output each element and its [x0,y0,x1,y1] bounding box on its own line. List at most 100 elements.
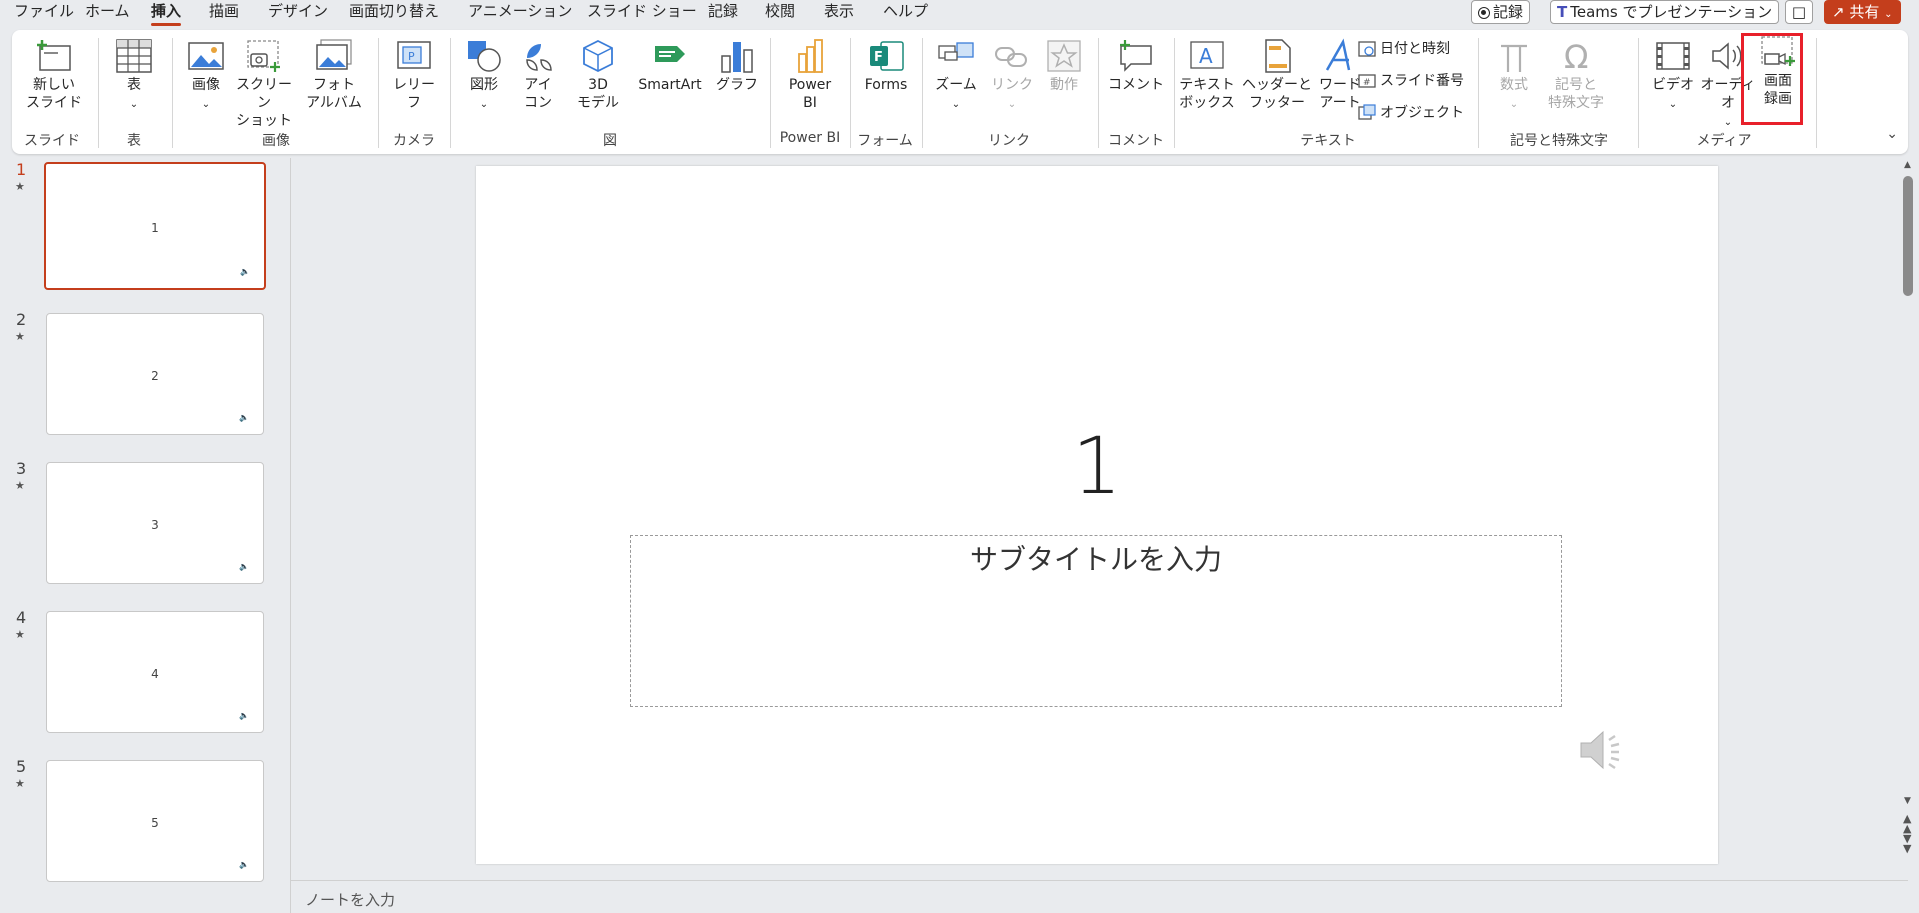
chevron-down-icon: ⌄ [129,99,139,110]
cameo-button[interactable]: P レリー フ [390,38,438,112]
comment-icon [1120,40,1152,72]
textbox-button[interactable]: A テキスト ボックス [1172,38,1242,112]
symbol-button[interactable]: Ω 記号と 特殊文字 [1542,38,1610,112]
tab-help[interactable]: ヘルプ [883,0,928,26]
video-button[interactable]: ビデオ ⌄ [1648,38,1698,114]
slide-number-button[interactable]: # スライド番号 [1358,70,1464,90]
cube-icon [583,39,613,73]
table-button[interactable]: 表 ⌄ [112,38,156,114]
chevron-down-icon: ⌄ [1509,99,1519,110]
link-button[interactable]: リンク ⌄ [984,38,1040,114]
subtitle-placeholder[interactable]: サブタイトルを入力 [630,535,1562,707]
chevron-down-icon: ⌄ [1668,99,1678,110]
slide-thumbnail[interactable]: 2 🔈 [46,313,264,435]
zoom-button[interactable]: ズーム ⌄ [928,38,984,114]
3d-model-button[interactable]: 3D モデル [570,38,626,112]
group-label-comments: コメント [1108,133,1164,149]
subtitle-text: サブタイトルを入力 [969,543,1222,576]
group-label-text: テキスト [1300,133,1356,149]
previous-slide-icon[interactable]: ▲ ▲ [1903,813,1911,834]
svg-text:Ω: Ω [1564,38,1588,74]
tab-review[interactable]: 校閲 [765,0,795,26]
equation-button[interactable]: 数式 ⌄ [1492,38,1536,114]
tab-record[interactable]: 記録 [708,0,738,26]
powerbi-icon [798,39,823,73]
share-button[interactable]: ↗ 共有 ⌄ [1824,0,1901,24]
record-button[interactable]: 記録 [1471,0,1531,24]
slide-thumbnail[interactable]: 3 🔈 [46,462,264,584]
shapes-button[interactable]: 図形 ⌄ [462,38,506,114]
photo-album-button[interactable]: フォト アルバム [300,38,368,112]
smartart-button[interactable]: SmartArt [632,38,708,94]
tab-home[interactable]: ホーム [85,0,130,26]
chart-button[interactable]: グラフ [714,38,760,94]
tab-view[interactable]: 表示 [824,0,854,26]
image-icon [188,42,224,70]
animation-star-icon: ★ [15,628,25,641]
new-slide-button[interactable]: 新しい スライド [26,38,82,112]
scroll-up-icon[interactable]: ▲ [1904,160,1911,170]
slide-canvas[interactable]: 1 サブタイトルを入力 [476,166,1718,864]
film-icon [1656,42,1690,70]
slide-thumbnail-pane: 1 ★ 1 🔈 2 ★ 2 🔈 3 ★ 3 🔈 4 ★ 4 🔈 5 ★ 5 🔈 [0,158,290,913]
tab-design[interactable]: デザイン [268,0,328,26]
action-button[interactable]: 動作 [1038,38,1090,94]
header-footer-button[interactable]: ヘッダーと フッター [1242,38,1312,112]
icons-button[interactable]: アイ コン [516,38,560,112]
audio-speaker-icon[interactable] [1577,726,1627,778]
group-label-camera: カメラ [393,133,435,149]
next-slide-icon[interactable]: ▼ ▼ [1903,833,1911,854]
forms-button[interactable]: F Forms [858,38,914,94]
slide-thumbnail[interactable]: 5 🔈 [46,760,264,882]
ribbon-collapse-chevron-icon[interactable]: ⌄ [1886,126,1898,142]
omega-icon: Ω [1564,38,1588,74]
group-label-tables: 表 [127,133,141,149]
screenshot-button[interactable]: スクリーン ショット [234,38,294,130]
calendar-icon [1358,41,1376,57]
tab-draw[interactable]: 描画 [209,0,239,26]
tab-file[interactable]: ファイル [14,0,74,26]
datetime-button[interactable]: 日付と時刻 [1358,38,1450,58]
thumbnail-number: 3 [16,459,27,478]
wordart-icon [1325,38,1351,71]
slide-title[interactable]: 1 [476,422,1718,512]
forms-icon: F [870,41,904,71]
scrollbar-thumb[interactable] [1903,176,1913,296]
pane-divider[interactable] [290,158,291,913]
slide-thumbnail[interactable]: 1 🔈 [44,162,266,290]
star-icon [1047,40,1081,72]
group-label-forms: フォーム [857,133,913,149]
tab-insert[interactable]: 挿入 [151,0,182,26]
thumbnail-number: 1 [16,160,27,179]
speaker-icon: 🔈 [240,267,250,276]
object-button[interactable]: オブジェクト [1358,102,1464,122]
record-icon [1478,6,1490,19]
object-icon [1358,104,1376,120]
screen-recording-highlight [1741,33,1803,125]
group-label-symbols: 記号と特殊文字 [1510,133,1608,149]
comments-button[interactable]: □ [1785,0,1813,24]
textbox-icon: A [1190,41,1224,69]
animation-star-icon: ★ [15,479,25,492]
teams-present-button[interactable]: T Teams でプレゼンテーション [1550,0,1780,24]
table-icon [116,39,152,73]
slide-thumbnail[interactable]: 4 🔈 [46,611,264,733]
screenshot-icon [247,40,280,72]
tab-animations[interactable]: アニメーション [468,0,572,26]
new-slide-icon [37,40,71,71]
svg-text:#: # [1363,78,1371,88]
chevron-down-icon: ⌄ [951,99,961,110]
comment-button[interactable]: コメント [1104,38,1168,94]
notes-pane[interactable]: ノートを入力 [291,880,1908,913]
thumbnail-number: 2 [16,310,27,329]
chart-icon [721,42,753,73]
scroll-down-icon[interactable]: ▼ [1904,796,1911,806]
powerbi-button[interactable]: Power BI [780,38,840,112]
tab-transitions[interactable]: 画面切り替え [349,0,439,26]
speaker-icon: 🔈 [239,860,249,869]
tab-slideshow[interactable]: スライド ショー [587,0,697,26]
chevron-down-icon: ⌄ [479,99,489,110]
image-button[interactable]: 画像 ⌄ [184,38,228,114]
comment-icon: □ [1791,3,1807,21]
svg-text:A: A [1199,44,1213,68]
